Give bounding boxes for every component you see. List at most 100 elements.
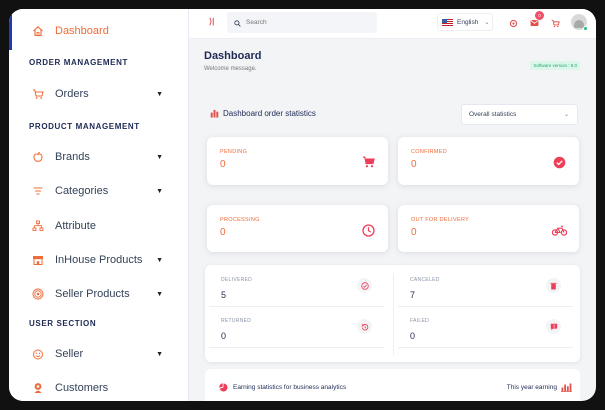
earning-heading: Earning statistics for business analytic… xyxy=(219,383,346,392)
message-count-badge: 0 xyxy=(535,11,544,20)
clock-icon xyxy=(360,222,376,238)
section-heading-user: USER SECTION xyxy=(29,319,97,328)
main-content: Dashboard Welcome message. Software vers… xyxy=(189,39,596,401)
chevron-down-icon[interactable]: ▼ xyxy=(156,351,163,358)
stat-value: 0 xyxy=(221,331,227,341)
sidebar-item-seller-products[interactable]: Seller Products ▼ xyxy=(9,279,189,309)
us-flag-icon xyxy=(442,18,453,26)
confirmed-orders-card[interactable]: CONFIRMED 0 xyxy=(398,137,579,185)
cart-icon xyxy=(31,87,45,101)
stat-value: 0 xyxy=(410,331,416,341)
earning-title: Earning statistics for business analytic… xyxy=(233,384,347,391)
chevron-down-icon[interactable]: ▼ xyxy=(156,257,163,264)
collapse-sidebar-button[interactable]: ⟩| xyxy=(209,17,214,26)
card-label: PENDING xyxy=(220,149,248,155)
sidebar-item-label: Categories xyxy=(55,185,109,197)
card-value: 0 xyxy=(411,227,417,238)
check-circle-icon xyxy=(551,154,567,170)
statistics-filter-select[interactable]: Overall statistics ⌄ xyxy=(461,104,578,125)
check-icon xyxy=(357,278,372,293)
card-value: 0 xyxy=(220,159,226,170)
order-summary-panel: DELIVERED 5 CANCELED 7 RETURNED 0 FAILED… xyxy=(205,265,580,362)
stat-label: DELIVERED xyxy=(221,277,253,283)
stat-value: 7 xyxy=(410,290,416,300)
emoji-icon xyxy=(31,347,45,361)
sidebar-item-inhouse-products[interactable]: InHouse Products ▼ xyxy=(9,245,189,275)
alert-message-icon xyxy=(546,319,561,334)
bike-icon xyxy=(551,222,567,238)
earning-period: This year earning xyxy=(507,383,572,392)
online-status-dot xyxy=(583,26,588,31)
home-icon xyxy=(31,24,45,38)
stat-label: FAILED xyxy=(410,318,430,324)
card-label: PROCESSING xyxy=(220,217,260,223)
sidebar-item-label: Brands xyxy=(55,151,90,163)
sidebar-item-label: Orders xyxy=(55,88,89,100)
sidebar-item-label: Attribute xyxy=(55,220,96,232)
sidebar-item-attribute[interactable]: Attribute xyxy=(9,211,189,241)
sidebar-item-brands[interactable]: Brands ▼ xyxy=(9,142,189,172)
language-selector[interactable]: English ⌄ xyxy=(437,13,493,31)
canceled-stat[interactable]: CANCELED 7 xyxy=(398,269,573,307)
sidebar: Dashboard ORDER MANAGEMENT Orders ▼ PROD… xyxy=(9,9,189,401)
top-bar: ⟩| English ⌄ 0 0 xyxy=(189,9,596,39)
sitemap-icon xyxy=(31,219,45,233)
user-avatar[interactable] xyxy=(571,14,588,31)
user-icon xyxy=(31,381,45,395)
page-title: Dashboard xyxy=(204,50,262,62)
card-value: 0 xyxy=(411,159,417,170)
bar-chart-icon xyxy=(561,383,572,392)
sidebar-item-label: InHouse Products xyxy=(55,254,143,266)
sidebar-item-label: Dashboard xyxy=(55,25,109,37)
earning-statistics-section: Earning statistics for business analytic… xyxy=(205,369,580,401)
chevron-down-icon: ⌄ xyxy=(484,19,490,26)
sidebar-item-orders[interactable]: Orders ▼ xyxy=(9,79,189,109)
shopping-cart-icon xyxy=(360,154,376,170)
divider xyxy=(393,273,394,355)
return-icon xyxy=(357,319,372,334)
section-heading-product: PRODUCT MANAGEMENT xyxy=(29,122,140,131)
filter-icon xyxy=(31,184,45,198)
earning-period-label: This year earning xyxy=(506,384,557,391)
cart-icon[interactable] xyxy=(549,17,561,29)
bar-chart-icon xyxy=(210,109,219,118)
chevron-down-icon[interactable]: ▼ xyxy=(156,291,163,298)
statistics-title: Dashboard order statistics xyxy=(223,109,316,118)
search-icon xyxy=(234,14,241,32)
returned-stat[interactable]: RETURNED 0 xyxy=(209,310,384,348)
stat-value: 5 xyxy=(221,290,227,300)
welcome-message: Welcome message. xyxy=(204,66,257,72)
broadcast-icon xyxy=(31,287,45,301)
card-label: CONFIRMED xyxy=(411,149,448,155)
app-window: Dashboard ORDER MANAGEMENT Orders ▼ PROD… xyxy=(9,9,596,401)
language-label: English xyxy=(457,18,479,26)
order-statistics-heading: Dashboard order statistics xyxy=(210,109,316,118)
apple-icon xyxy=(31,150,45,164)
settings-icon[interactable] xyxy=(507,17,519,29)
card-value: 0 xyxy=(220,227,226,238)
trash-icon xyxy=(546,278,561,293)
chevron-down-icon[interactable]: ▼ xyxy=(156,91,163,98)
search-input[interactable] xyxy=(246,19,366,26)
card-label: OUT FOR DELIVERY xyxy=(411,217,470,223)
sidebar-item-customers[interactable]: Customers xyxy=(9,373,189,401)
sidebar-item-categories[interactable]: Categories ▼ xyxy=(9,176,189,206)
store-icon xyxy=(31,253,45,267)
processing-orders-card[interactable]: PROCESSING 0 xyxy=(207,205,388,252)
chevron-down-icon[interactable]: ▼ xyxy=(156,188,163,195)
pie-chart-icon xyxy=(219,383,228,392)
out-for-delivery-card[interactable]: OUT FOR DELIVERY 0 xyxy=(398,205,579,252)
sidebar-item-label: Seller xyxy=(55,348,84,360)
stat-label: RETURNED xyxy=(221,318,252,324)
stat-label: CANCELED xyxy=(410,277,440,283)
software-version-badge: Software version : 9.0 xyxy=(530,61,580,70)
sidebar-item-seller[interactable]: Seller ▼ xyxy=(9,339,189,369)
failed-stat[interactable]: FAILED 0 xyxy=(398,310,573,348)
search-box[interactable] xyxy=(227,12,377,33)
chevron-down-icon: ⌄ xyxy=(563,112,569,118)
pending-orders-card[interactable]: PENDING 0 xyxy=(207,137,388,185)
chevron-down-icon[interactable]: ▼ xyxy=(156,154,163,161)
sidebar-item-dashboard[interactable]: Dashboard xyxy=(9,16,189,46)
delivered-stat[interactable]: DELIVERED 5 xyxy=(209,269,384,307)
sidebar-item-label: Seller Products xyxy=(55,288,130,300)
